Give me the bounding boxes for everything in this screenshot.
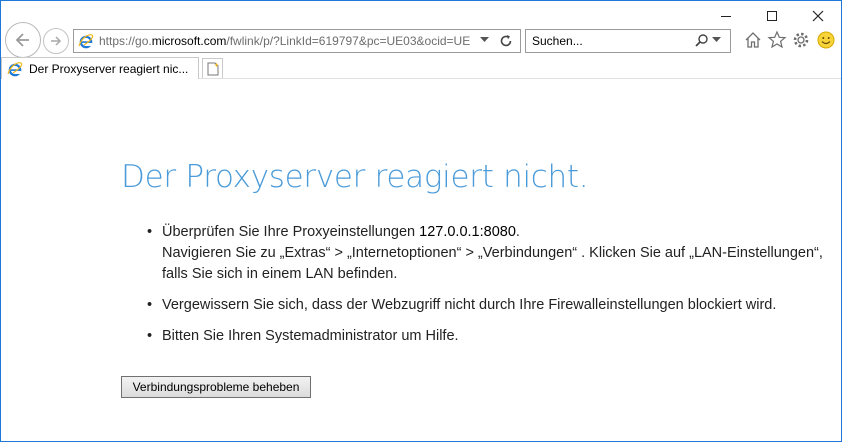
url-prefix: https://go. (99, 34, 152, 48)
refresh-icon[interactable] (498, 33, 514, 49)
bullet1-end: . (515, 224, 520, 240)
browser-window: https://go.microsoft.com/fwlink/p/?LinkI… (0, 0, 842, 442)
url-host: microsoft.com (151, 34, 227, 48)
list-item: Bitten Sie Ihren Systemadministrator um … (147, 326, 837, 347)
ie-logo-icon (78, 34, 94, 49)
new-tab-button[interactable] (202, 58, 223, 79)
bullet1-text: Überprüfen Sie Ihre Proxyeinstellungen (162, 224, 420, 240)
url-text[interactable]: https://go.microsoft.com/fwlink/p/?LinkI… (99, 34, 479, 48)
address-bar[interactable]: https://go.microsoft.com/fwlink/p/?LinkI… (73, 29, 521, 53)
maximize-icon (767, 11, 777, 21)
settings-gear-icon[interactable] (791, 30, 811, 50)
search-icon[interactable] (694, 33, 709, 48)
proxy-address: 127.0.0.1:8080 (419, 224, 516, 240)
close-button[interactable] (795, 1, 841, 31)
back-button[interactable] (5, 22, 41, 58)
bullet1-line2: Navigieren Sie zu „Extras“ > „Internetop… (162, 245, 823, 282)
favorites-star-icon[interactable] (767, 30, 787, 50)
feedback-smiley-icon[interactable] (816, 30, 836, 50)
tab-title: Der Proxyserver reagiert nic... (29, 61, 189, 76)
url-rest: /fwlink/p/?LinkId=619797&pc=UE03&ocid=UE (226, 34, 471, 48)
troubleshooting-list: Überprüfen Sie Ihre Proxyeinstellungen 1… (147, 222, 837, 357)
home-icon[interactable] (743, 30, 763, 50)
bullet2-text: Vergewissern Sie sich, dass der Webzugri… (162, 297, 777, 313)
dropdown-arrow-icon[interactable] (480, 37, 489, 43)
minimize-icon (721, 15, 731, 17)
new-tab-icon (207, 62, 219, 75)
minimize-button[interactable] (703, 1, 749, 31)
close-icon (812, 10, 824, 22)
tab-ie-logo-icon (7, 61, 23, 76)
forward-arrow-icon (51, 36, 62, 46)
bullet3-text: Bitten Sie Ihren Systemadministrator um … (162, 328, 459, 344)
search-box[interactable] (525, 29, 731, 53)
maximize-button[interactable] (749, 1, 795, 31)
list-item: Überprüfen Sie Ihre Proxyeinstellungen 1… (147, 222, 837, 285)
tab-active[interactable]: Der Proxyserver reagiert nic... (1, 57, 199, 79)
error-title: Der Proxyserver reagiert nicht. (121, 159, 589, 195)
search-dropdown-arrow-icon[interactable] (712, 37, 721, 43)
page-content: Der Proxyserver reagiert nicht. Überprüf… (1, 79, 841, 441)
back-arrow-icon (15, 33, 29, 47)
forward-button[interactable] (43, 28, 69, 54)
list-item: Vergewissern Sie sich, dass der Webzugri… (147, 295, 837, 316)
search-input[interactable] (532, 33, 682, 49)
fix-connection-problems-button[interactable]: Verbindungsprobleme beheben (121, 376, 311, 398)
